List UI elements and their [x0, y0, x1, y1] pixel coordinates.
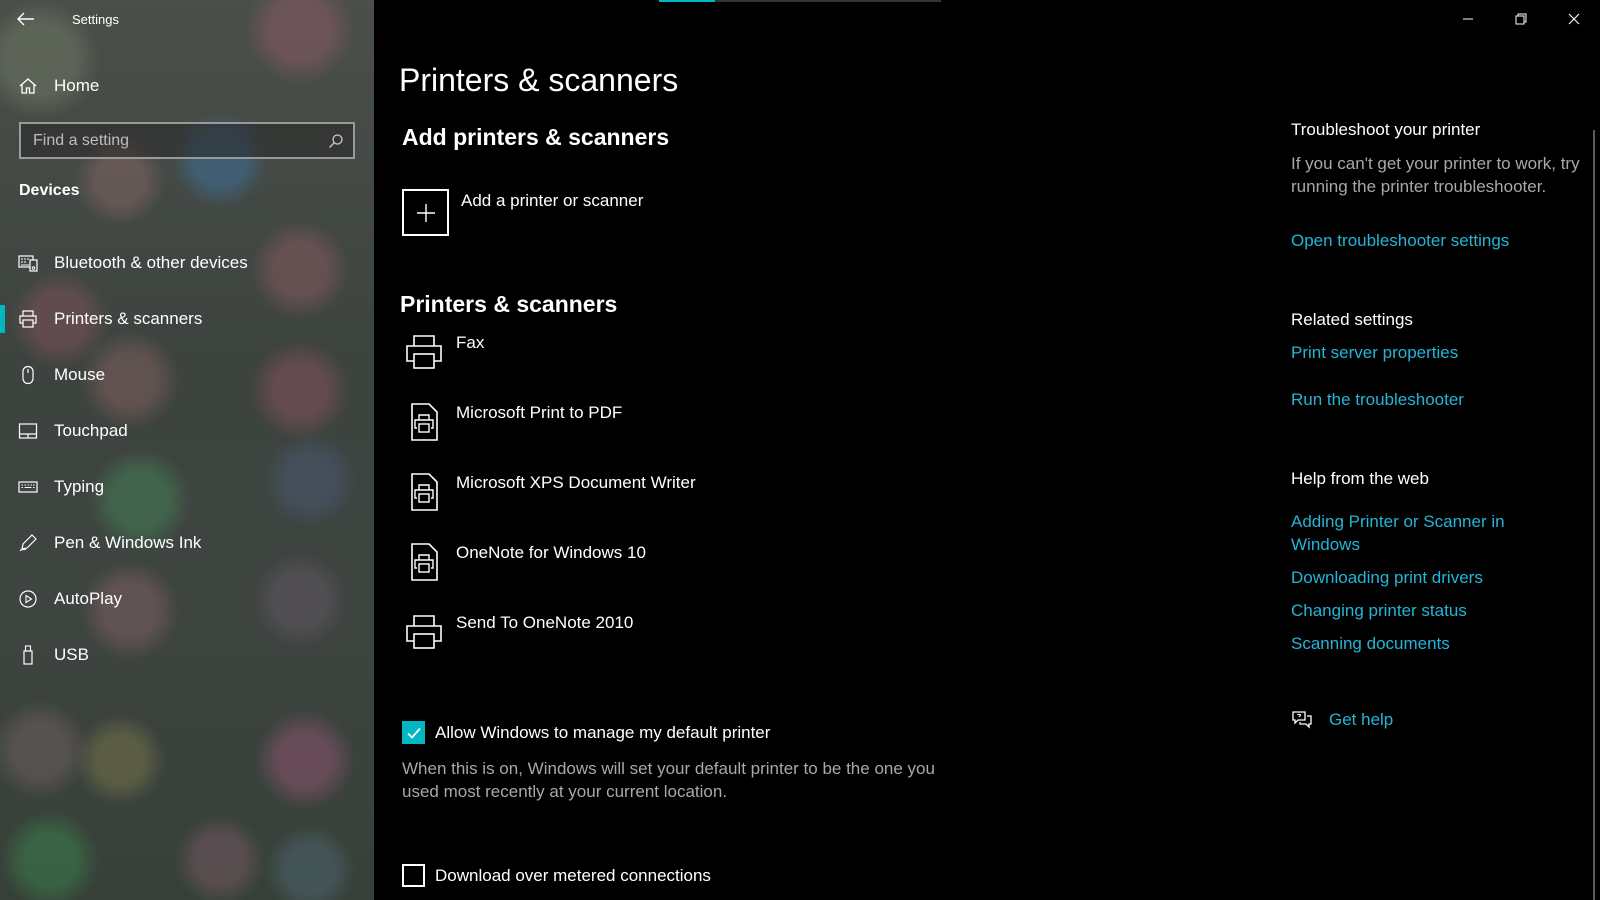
chat-help-icon [1292, 711, 1312, 729]
home-nav-item[interactable]: Home [0, 64, 374, 108]
print-server-properties-link[interactable]: Print server properties [1291, 341, 1581, 364]
default-printer-description: When this is on, Windows will set your d… [402, 759, 935, 801]
sidebar-item-label: Touchpad [54, 421, 128, 440]
printer-item-onenote[interactable]: OneNote for Windows 10 [402, 540, 962, 610]
restore-icon [1515, 13, 1526, 25]
printer-label: OneNote for Windows 10 [456, 543, 646, 562]
devices-nav-list: Bluetooth & other devices Printers & sca… [0, 235, 374, 683]
sidebar-item-mouse[interactable]: Mouse [0, 347, 374, 403]
printer-icon [402, 610, 446, 654]
run-troubleshooter-link[interactable]: Run the troubleshooter [1291, 388, 1581, 411]
back-button[interactable] [0, 0, 52, 38]
adding-printer-link[interactable]: Adding Printer or Scanner in Windows [1291, 510, 1531, 556]
troubleshoot-text: If you can't get your printer to work, t… [1291, 154, 1580, 196]
get-help-link[interactable]: Get help [1329, 710, 1393, 730]
plus-icon [416, 203, 435, 222]
help-from-web-heading: Help from the web [1291, 469, 1429, 488]
title-bar: Settings [0, 0, 374, 38]
sidebar-item-autoplay[interactable]: AutoPlay [0, 571, 374, 627]
printer-item-pdf[interactable]: Microsoft Print to PDF [402, 400, 962, 470]
printer-item-onenote-2010[interactable]: Send To OneNote 2010 [402, 610, 962, 680]
troubleshoot-heading: Troubleshoot your printer [1291, 120, 1481, 139]
add-section-title: Add printers & scanners [402, 124, 670, 150]
related-settings-heading: Related settings [1291, 310, 1413, 329]
fax-printer-icon [402, 330, 446, 374]
keyboard-icon [18, 477, 38, 497]
printer-item-fax[interactable]: Fax [402, 330, 962, 400]
document-printer-icon [402, 540, 446, 584]
autoplay-icon [18, 589, 38, 609]
scanning-documents-link[interactable]: Scanning documents [1291, 632, 1581, 655]
get-help-row[interactable]: Get help [1291, 710, 1393, 730]
devices-section-header: Devices [19, 182, 80, 199]
sidebar-item-label: Typing [54, 477, 105, 496]
home-label: Home [54, 76, 100, 95]
window-controls [1441, 0, 1600, 38]
printer-item-xps[interactable]: Microsoft XPS Document Writer [402, 470, 962, 540]
printers-section-title: Printers & scanners [400, 291, 618, 317]
checkmark-icon [406, 727, 421, 739]
usb-icon [18, 645, 38, 665]
document-printer-icon [402, 400, 446, 444]
metered-checkbox[interactable] [402, 864, 425, 887]
sidebar-item-usb[interactable]: USB [0, 627, 374, 683]
printer-icon [18, 309, 38, 329]
search-icon[interactable] [319, 124, 353, 157]
loading-indicator [659, 0, 715, 2]
open-troubleshooter-link[interactable]: Open troubleshooter settings [1291, 229, 1581, 252]
printer-label: Fax [456, 333, 485, 352]
restore-button[interactable] [1494, 0, 1547, 38]
default-printer-checkbox-row[interactable]: Allow Windows to manage my default print… [402, 721, 770, 744]
downloading-drivers-link[interactable]: Downloading print drivers [1291, 566, 1581, 589]
sidebar-item-label: AutoPlay [54, 589, 123, 608]
home-icon [18, 76, 38, 96]
close-icon [1568, 13, 1579, 25]
printer-label: Send To OneNote 2010 [456, 613, 634, 632]
sidebar-item-label: Bluetooth & other devices [54, 253, 248, 272]
mouse-icon [18, 365, 38, 385]
back-arrow-icon [17, 12, 34, 26]
document-printer-icon [402, 470, 446, 514]
metered-checkbox-row[interactable]: Download over metered connections [402, 864, 711, 887]
app-title: Settings [72, 11, 119, 27]
bluetooth-devices-icon [18, 253, 38, 273]
touchpad-icon [18, 421, 38, 441]
sidebar-item-touchpad[interactable]: Touchpad [0, 403, 374, 459]
default-printer-checkbox[interactable] [402, 721, 425, 744]
sidebar-item-label: Printers & scanners [54, 309, 203, 328]
minimize-icon [1462, 18, 1473, 20]
sidebar-item-label: Mouse [54, 365, 106, 384]
printer-label: Microsoft XPS Document Writer [456, 473, 696, 492]
printer-label: Microsoft Print to PDF [456, 403, 623, 422]
metered-label: Download over metered connections [435, 865, 711, 885]
sidebar-item-bluetooth[interactable]: Bluetooth & other devices [0, 235, 374, 291]
sidebar: Settings Home Devices Bluetooth & other … [0, 0, 374, 900]
sidebar-item-label: Pen & Windows Ink [54, 533, 202, 552]
search-box[interactable] [19, 122, 355, 159]
page-title: Printers & scanners [399, 62, 679, 98]
minimize-button[interactable] [1441, 0, 1494, 38]
scrollbar[interactable] [1593, 130, 1595, 900]
sidebar-item-pen[interactable]: Pen & Windows Ink [0, 515, 374, 571]
add-printer-label: Add a printer or scanner [461, 191, 644, 210]
printer-list: Fax Microsoft Print to PDF Microsoft XPS… [402, 330, 962, 680]
add-box [402, 189, 449, 236]
sidebar-item-printers[interactable]: Printers & scanners [0, 291, 374, 347]
add-printer-button[interactable]: Add a printer or scanner [402, 189, 643, 236]
default-printer-label: Allow Windows to manage my default print… [435, 722, 771, 742]
pen-icon [18, 533, 38, 553]
search-input[interactable] [21, 124, 319, 157]
sidebar-item-typing[interactable]: Typing [0, 459, 374, 515]
changing-status-link[interactable]: Changing printer status [1291, 599, 1581, 622]
close-button[interactable] [1547, 0, 1600, 38]
sidebar-item-label: USB [54, 645, 89, 664]
